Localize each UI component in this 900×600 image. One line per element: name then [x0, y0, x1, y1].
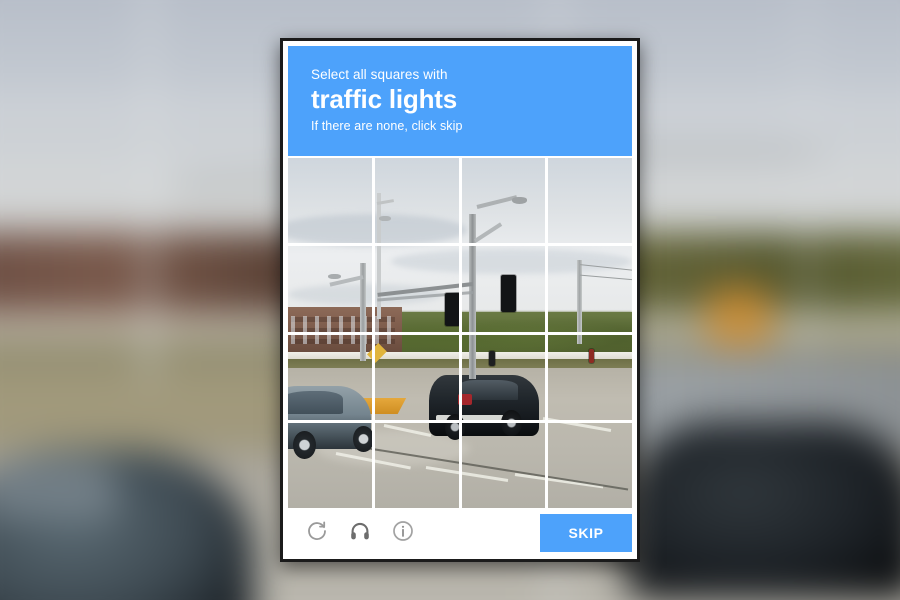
- captcha-cell-r2c1[interactable]: [288, 246, 372, 331]
- headphones-icon: [351, 522, 369, 540]
- screen: Select all squares with traffic lights I…: [0, 0, 900, 600]
- captcha-cell-r2c2[interactable]: [375, 246, 459, 331]
- captcha-cell-r4c2[interactable]: [375, 423, 459, 508]
- captcha-image-grid: [288, 158, 632, 508]
- captcha-body: Select all squares with traffic lights I…: [288, 46, 632, 554]
- info-icon: [393, 521, 413, 541]
- captcha-cell-r1c2[interactable]: [375, 158, 459, 243]
- captcha-cell-r3c4[interactable]: [548, 335, 632, 420]
- captcha-cell-r3c2[interactable]: [375, 335, 459, 420]
- captcha-cell-r2c3[interactable]: [462, 246, 546, 331]
- refresh-button[interactable]: [302, 516, 332, 546]
- captcha-cell-r4c1[interactable]: [288, 423, 372, 508]
- captcha-cell-r2c4[interactable]: [548, 246, 632, 331]
- instruction-prefix: Select all squares with: [311, 67, 448, 82]
- captcha-header: Select all squares with traffic lights I…: [288, 46, 632, 156]
- background-car-right: [626, 422, 900, 600]
- captcha-cell-r4c4[interactable]: [548, 423, 632, 508]
- background-car-left-window: [0, 456, 117, 518]
- info-button[interactable]: [388, 516, 418, 546]
- instruction-target-object: traffic lights: [311, 84, 457, 114]
- captcha-cell-r4c3[interactable]: [462, 423, 546, 508]
- audio-challenge-button[interactable]: [345, 516, 375, 546]
- captcha-cell-r3c1[interactable]: [288, 335, 372, 420]
- refresh-icon: [308, 521, 326, 540]
- background-pole-left: [146, 0, 154, 382]
- captcha-cell-r3c3[interactable]: [462, 335, 546, 420]
- background-pole-right: [802, 0, 809, 355]
- background-orange-object: [704, 286, 774, 348]
- captcha-cell-r1c4[interactable]: [548, 158, 632, 243]
- captcha-card: Select all squares with traffic lights I…: [280, 38, 640, 562]
- skip-button[interactable]: SKIP: [540, 514, 632, 552]
- instruction-hint: If there are none, click skip: [311, 119, 463, 133]
- captcha-footer: SKIP: [288, 508, 632, 554]
- captcha-cell-r1c3[interactable]: [462, 158, 546, 243]
- captcha-cell-r1c1[interactable]: [288, 158, 372, 243]
